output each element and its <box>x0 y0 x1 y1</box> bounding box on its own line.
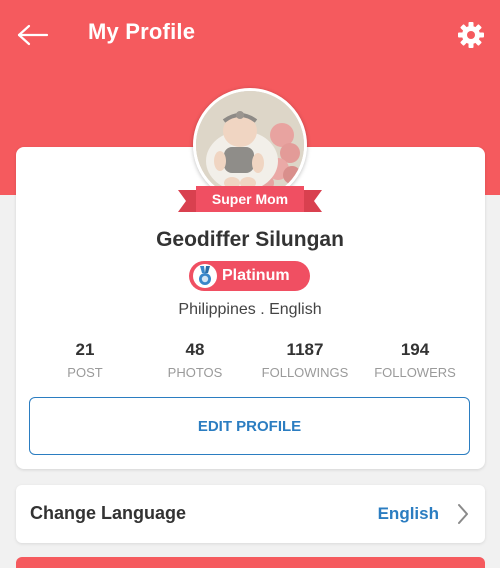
arrow-left-icon <box>17 24 49 46</box>
stat-label: POST <box>67 365 103 380</box>
tier-label: Platinum <box>222 267 290 284</box>
gear-icon <box>458 22 484 48</box>
chevron-right-icon <box>458 504 468 524</box>
baby-photo <box>196 91 304 199</box>
ribbon-label: Super Mom <box>211 191 289 207</box>
settings-button[interactable] <box>454 18 488 52</box>
stat-photos[interactable]: 48 PHOTOS <box>140 340 250 380</box>
top-bar: My Profile <box>0 0 500 70</box>
stat-posts[interactable]: 21 POST <box>30 340 140 380</box>
stat-followings[interactable]: 1187 FOLLOWINGS <box>250 340 360 380</box>
page-title: My Profile <box>88 19 196 44</box>
medal-icon <box>193 264 217 288</box>
stat-label: FOLLOWINGS <box>261 365 349 380</box>
stat-value: 1187 <box>286 340 324 359</box>
stat-value: 21 <box>75 340 95 359</box>
stat-label: PHOTOS <box>167 365 223 380</box>
stat-label: FOLLOWERS <box>374 365 456 380</box>
stat-value: 48 <box>185 340 205 359</box>
user-name: Geodiffer Silungan <box>156 228 344 251</box>
location-language: Philippines . English <box>178 301 322 318</box>
change-language-label: Change Language <box>30 503 187 523</box>
edit-profile-button[interactable]: EDIT PROFILE <box>29 397 470 455</box>
change-language-row[interactable]: Change Language English <box>16 485 485 543</box>
tier-badge[interactable]: Platinum <box>189 261 310 291</box>
avatar[interactable] <box>193 88 307 202</box>
stat-value: 194 <box>400 340 430 359</box>
language-value: English <box>377 504 439 523</box>
stat-followers[interactable]: 194 FOLLOWERS <box>360 340 470 380</box>
back-button[interactable] <box>16 20 50 50</box>
bottom-action-bar[interactable] <box>16 557 485 568</box>
